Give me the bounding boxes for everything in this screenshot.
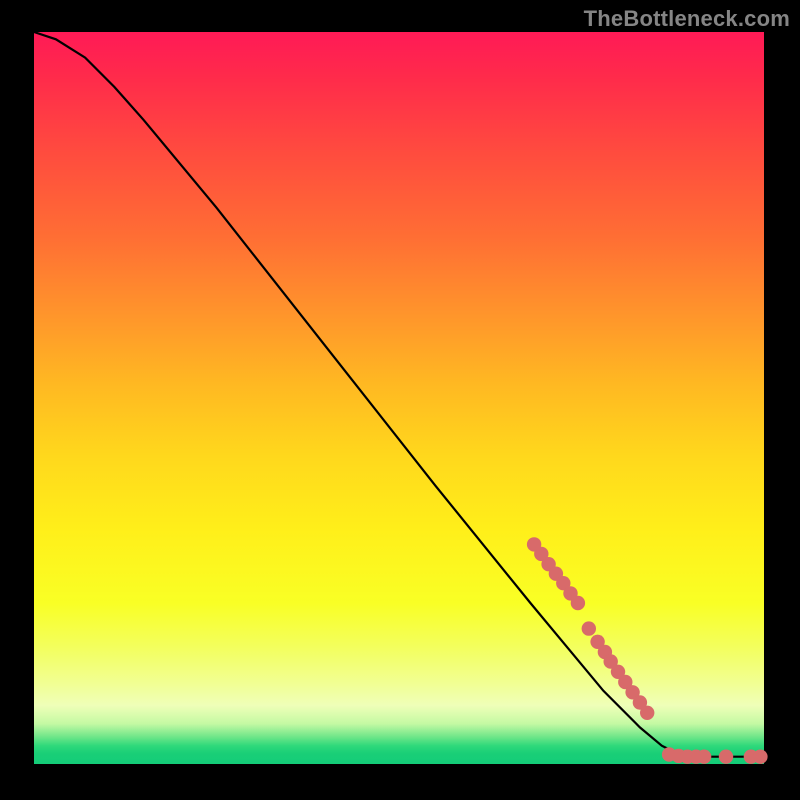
data-marker <box>719 750 733 764</box>
data-marker <box>571 596 585 610</box>
main-curve <box>34 32 764 757</box>
data-marker <box>697 750 711 764</box>
chart-svg <box>34 32 764 764</box>
marker-group <box>527 537 768 764</box>
plot-area <box>34 32 764 764</box>
chart-root: TheBottleneck.com <box>0 0 800 800</box>
data-marker <box>582 621 596 635</box>
data-marker <box>753 750 767 764</box>
data-marker <box>640 706 654 720</box>
watermark-text: TheBottleneck.com <box>584 6 790 32</box>
